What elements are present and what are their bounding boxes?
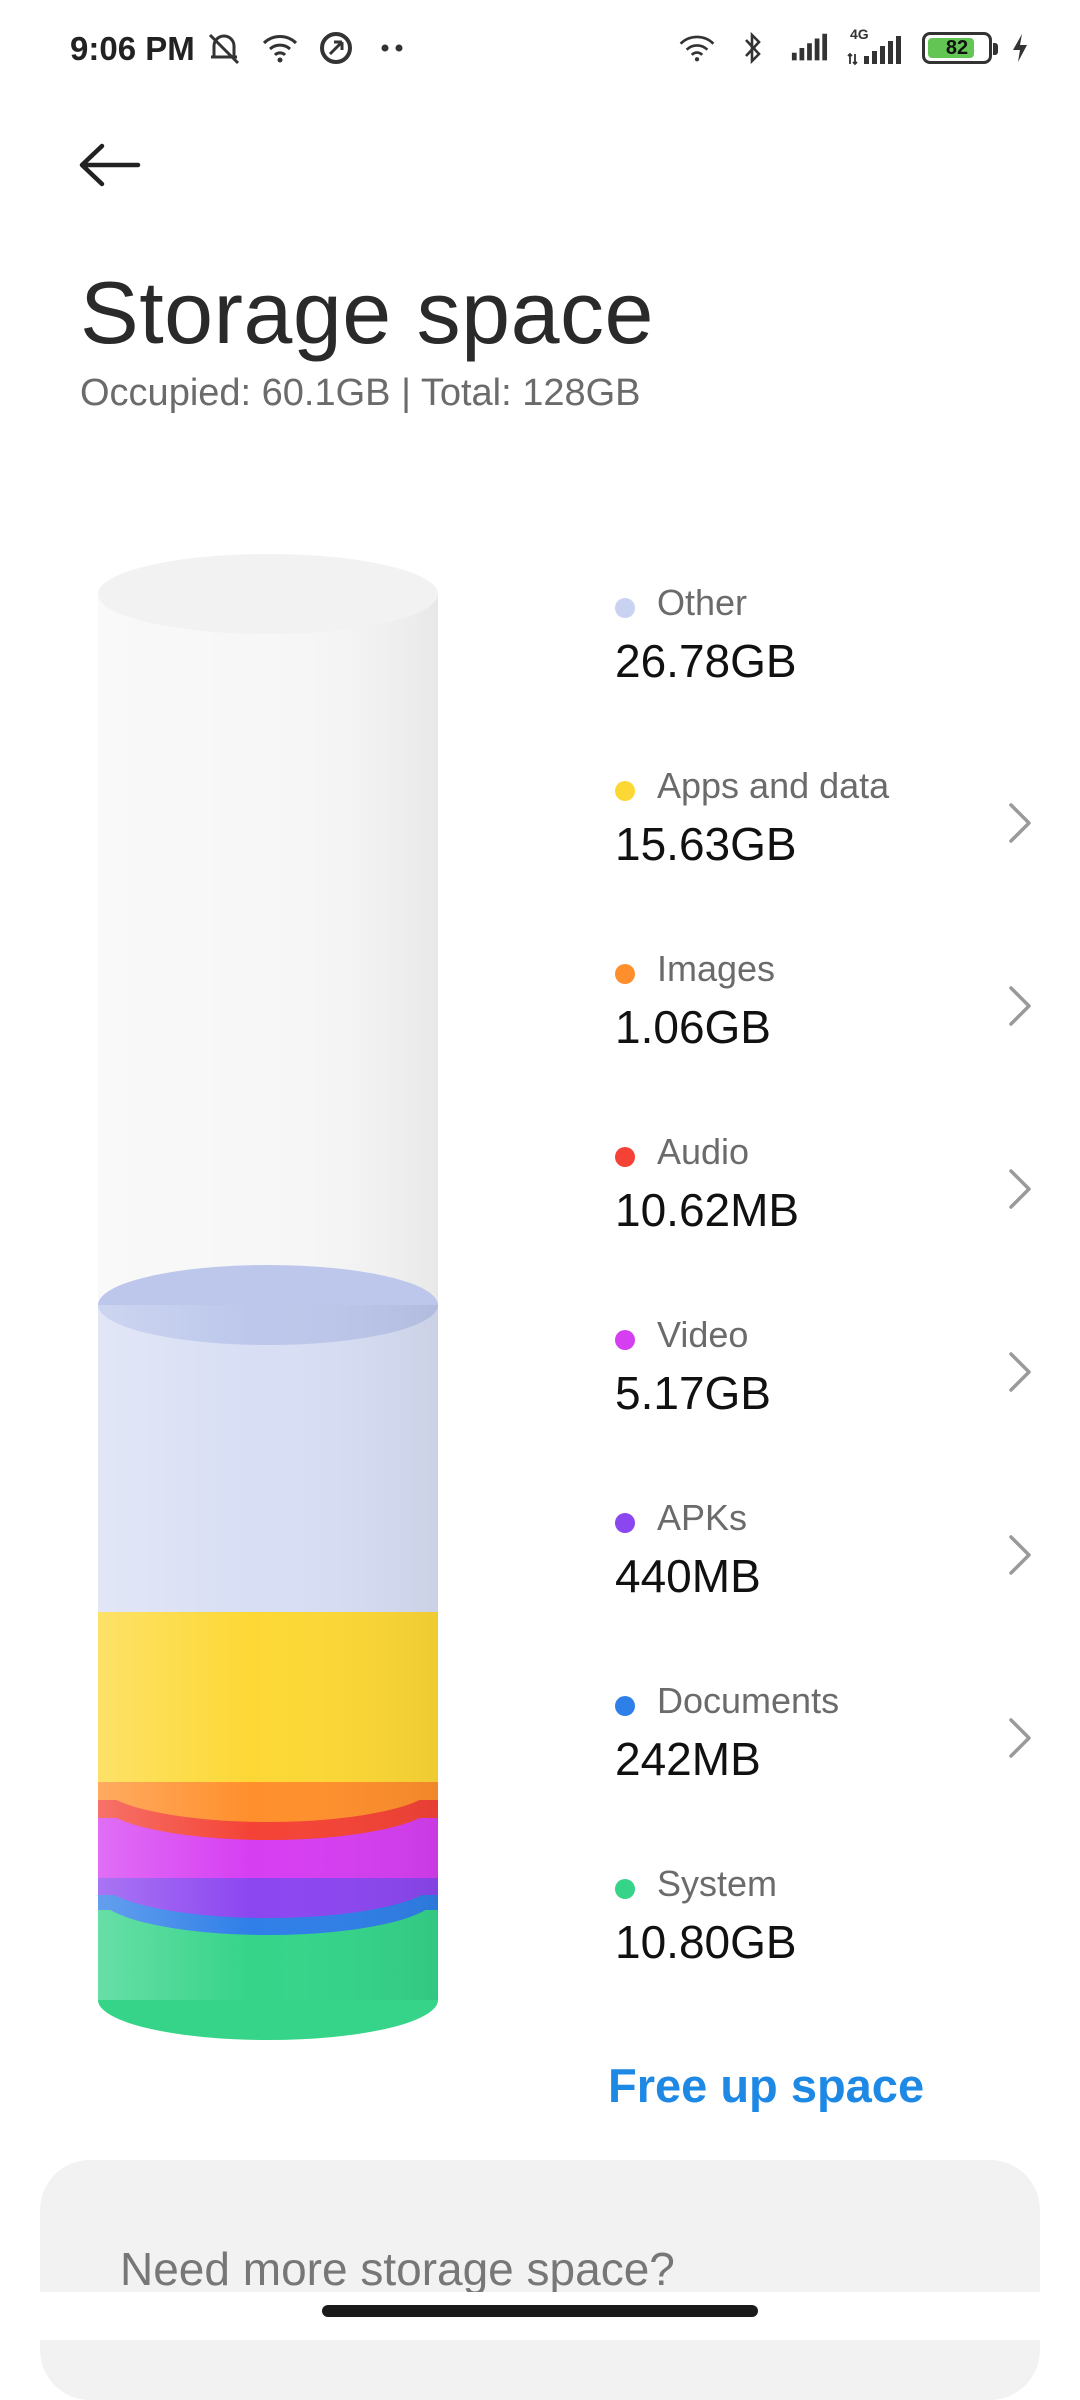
legend-label: Other	[657, 582, 748, 623]
cylinder-top	[98, 554, 438, 634]
legend-dot	[615, 1879, 635, 1899]
legend-label: Audio	[657, 1131, 750, 1172]
battery-level: 82	[945, 36, 969, 59]
home-indicator[interactable]	[322, 2305, 758, 2317]
legend-label: Documents	[657, 1680, 840, 1721]
status-left-icons	[205, 28, 411, 68]
status-bar: 9:06 PM 4G 82	[0, 0, 1080, 100]
legend-value: 1.06GB	[615, 1001, 771, 1053]
chevron-right-icon	[1009, 986, 1031, 1026]
more-storage-card[interactable]: Need more storage space?	[40, 2160, 1040, 2400]
promo-text: Need more storage space?	[120, 2243, 675, 2295]
legend-item-video[interactable]: Video 5.17GB	[615, 1314, 1035, 1434]
status-right-icons: 4G 82	[678, 26, 1030, 68]
cylinder-shading	[98, 1305, 438, 2000]
status-time: 9:06 PM	[70, 30, 195, 67]
legend-value: 10.62MB	[615, 1184, 800, 1236]
back-button[interactable]	[78, 130, 158, 200]
more-notifications-icon	[373, 28, 411, 68]
legend-value: 10.80GB	[615, 1916, 797, 1968]
free-up-space-button[interactable]: Free up space	[608, 2058, 924, 2113]
wifi-icon	[678, 28, 716, 68]
chevron-right-icon	[1009, 1535, 1031, 1575]
legend-label: Images	[657, 948, 776, 989]
chevron-right-icon	[1009, 803, 1031, 843]
wifi-icon	[261, 28, 299, 68]
page-title: Storage space	[80, 263, 654, 362]
signal-icon	[790, 28, 828, 68]
chevron-right-icon	[1009, 1718, 1031, 1758]
legend-value: 26.78GB	[615, 635, 797, 687]
mute-icon	[205, 28, 243, 68]
legend-label: Video	[657, 1314, 749, 1355]
legend-label: System	[657, 1863, 778, 1904]
legend-dot	[615, 781, 635, 801]
legend-dot	[615, 1696, 635, 1716]
legend-dot	[615, 1147, 635, 1167]
legend-item-images[interactable]: Images 1.06GB	[615, 948, 1035, 1068]
legend-item-system: System 10.80GB	[615, 1863, 1035, 1983]
legend-item-other: Other 26.78GB	[615, 582, 1035, 702]
legend-dot	[615, 598, 635, 618]
storage-cylinder-svg	[98, 554, 438, 2040]
legend-dot	[615, 1513, 635, 1533]
legend-item-documents[interactable]: Documents 242MB	[615, 1680, 1035, 1800]
legend-dot	[615, 1330, 635, 1350]
chevron-right-icon	[1009, 1169, 1031, 1209]
network-type-label: 4G	[850, 26, 869, 42]
legend-item-apks[interactable]: APKs 440MB	[615, 1497, 1035, 1617]
legend-value: 242MB	[615, 1733, 761, 1785]
legend-item-audio[interactable]: Audio 10.62MB	[615, 1131, 1035, 1251]
legend-item-apps-and-data[interactable]: Apps and data 15.63GB	[615, 765, 1035, 885]
legend-label: APKs	[657, 1497, 748, 1538]
storage-summary: Occupied: 60.1GB | Total: 128GB	[80, 372, 641, 414]
legend-dot	[615, 964, 635, 984]
storage-cylinder-chart	[98, 550, 438, 2040]
legend-value: 15.63GB	[615, 818, 797, 870]
legend-value: 440MB	[615, 1550, 761, 1602]
charging-icon	[1010, 28, 1030, 68]
legend-value: 5.17GB	[615, 1367, 771, 1419]
legend-label: Apps and data	[657, 765, 890, 806]
sync-icon	[317, 28, 355, 68]
back-arrow-icon	[79, 143, 141, 187]
battery-icon: 82	[922, 32, 998, 64]
bluetooth-icon	[734, 28, 772, 68]
chevron-right-icon	[1009, 1352, 1031, 1392]
signal-4g-icon: 4G	[846, 26, 904, 68]
